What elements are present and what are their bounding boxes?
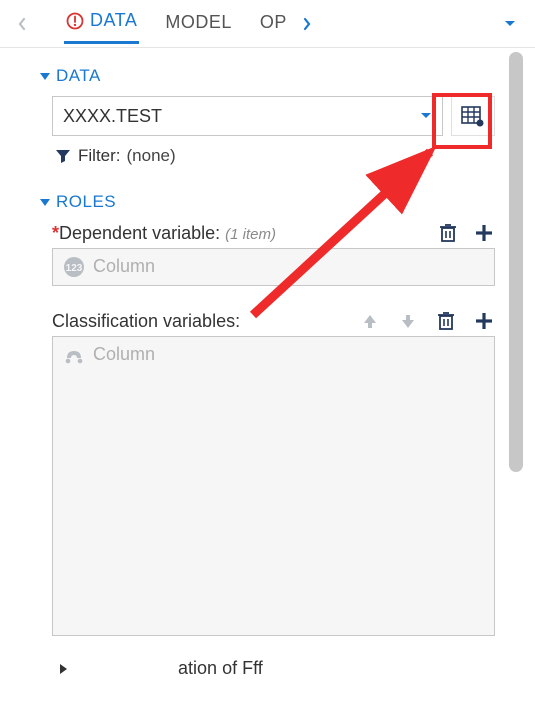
vertical-scrollbar[interactable]	[509, 52, 523, 472]
classification-placeholder: Column	[93, 344, 155, 365]
tab-scroll-right-button[interactable]	[293, 4, 321, 44]
data-table-select[interactable]: XXXX.TEST	[52, 96, 443, 136]
trash-icon	[436, 310, 456, 332]
data-table-value: XXXX.TEST	[63, 106, 162, 127]
filter-label: Filter:	[78, 146, 121, 166]
chevron-right-icon	[302, 17, 312, 31]
chevron-left-icon	[17, 17, 27, 31]
tab-list: DATA MODEL OP	[36, 4, 289, 44]
tab-model[interactable]: MODEL	[163, 6, 234, 43]
tab-model-label: MODEL	[165, 12, 232, 33]
dependent-dropzone[interactable]: 123 Column	[52, 248, 495, 286]
tab-overflow-button[interactable]	[493, 4, 527, 44]
alert-icon	[66, 12, 84, 30]
caret-down-icon	[40, 199, 50, 206]
open-table-button[interactable]	[451, 96, 495, 136]
delete-classification-button[interactable]	[435, 310, 457, 332]
partial-text: ation of Fff	[178, 658, 263, 679]
field-classification-variables: Classification variables:	[52, 310, 495, 636]
arrow-down-icon	[399, 312, 417, 330]
category-icon	[63, 344, 85, 366]
move-up-button[interactable]	[359, 310, 381, 332]
section-title-roles: ROLES	[56, 192, 116, 212]
dependent-placeholder: Column	[93, 256, 155, 277]
data-table-row: XXXX.TEST	[52, 96, 495, 136]
filter-icon	[54, 147, 72, 165]
filter-row[interactable]: Filter: (none)	[54, 146, 495, 166]
add-dependent-button[interactable]	[473, 222, 495, 244]
caret-right-icon	[60, 664, 67, 674]
arrow-up-icon	[361, 312, 379, 330]
add-classification-button[interactable]	[473, 310, 495, 332]
caret-down-icon	[40, 73, 50, 80]
tab-options[interactable]: OP	[258, 6, 289, 43]
numeric-icon: 123	[63, 256, 85, 278]
filter-value: (none)	[127, 146, 176, 166]
tab-bar: DATA MODEL OP	[0, 0, 535, 48]
caret-down-icon	[504, 20, 516, 28]
section-toggle-parameterization[interactable]: Parameterization of Fff	[60, 658, 495, 679]
content-panel: DATA XXXX.TEST	[0, 48, 535, 689]
caret-down-icon	[420, 112, 432, 120]
plus-icon	[474, 311, 494, 331]
classification-dropzone[interactable]: Column	[52, 336, 495, 636]
move-down-button[interactable]	[397, 310, 419, 332]
dependent-count: (1 item)	[225, 226, 276, 243]
dependent-label: Dependent variable:	[59, 223, 220, 243]
plus-icon	[474, 223, 494, 243]
trash-icon	[438, 222, 458, 244]
classification-label: Classification variables:	[52, 311, 240, 331]
delete-dependent-button[interactable]	[437, 222, 459, 244]
section-title-data: DATA	[56, 66, 101, 86]
tab-scroll-left-button[interactable]	[8, 4, 36, 44]
table-icon	[461, 105, 485, 127]
required-marker: *	[52, 223, 59, 243]
svg-text:123: 123	[66, 263, 83, 274]
field-dependent-variable: *Dependent variable: (1 item)	[52, 222, 495, 286]
tab-options-label: OP	[260, 12, 287, 33]
section-toggle-roles[interactable]: ROLES	[40, 192, 495, 212]
tab-data[interactable]: DATA	[64, 4, 139, 44]
section-toggle-data[interactable]: DATA	[40, 66, 495, 86]
tab-data-label: DATA	[90, 10, 137, 31]
